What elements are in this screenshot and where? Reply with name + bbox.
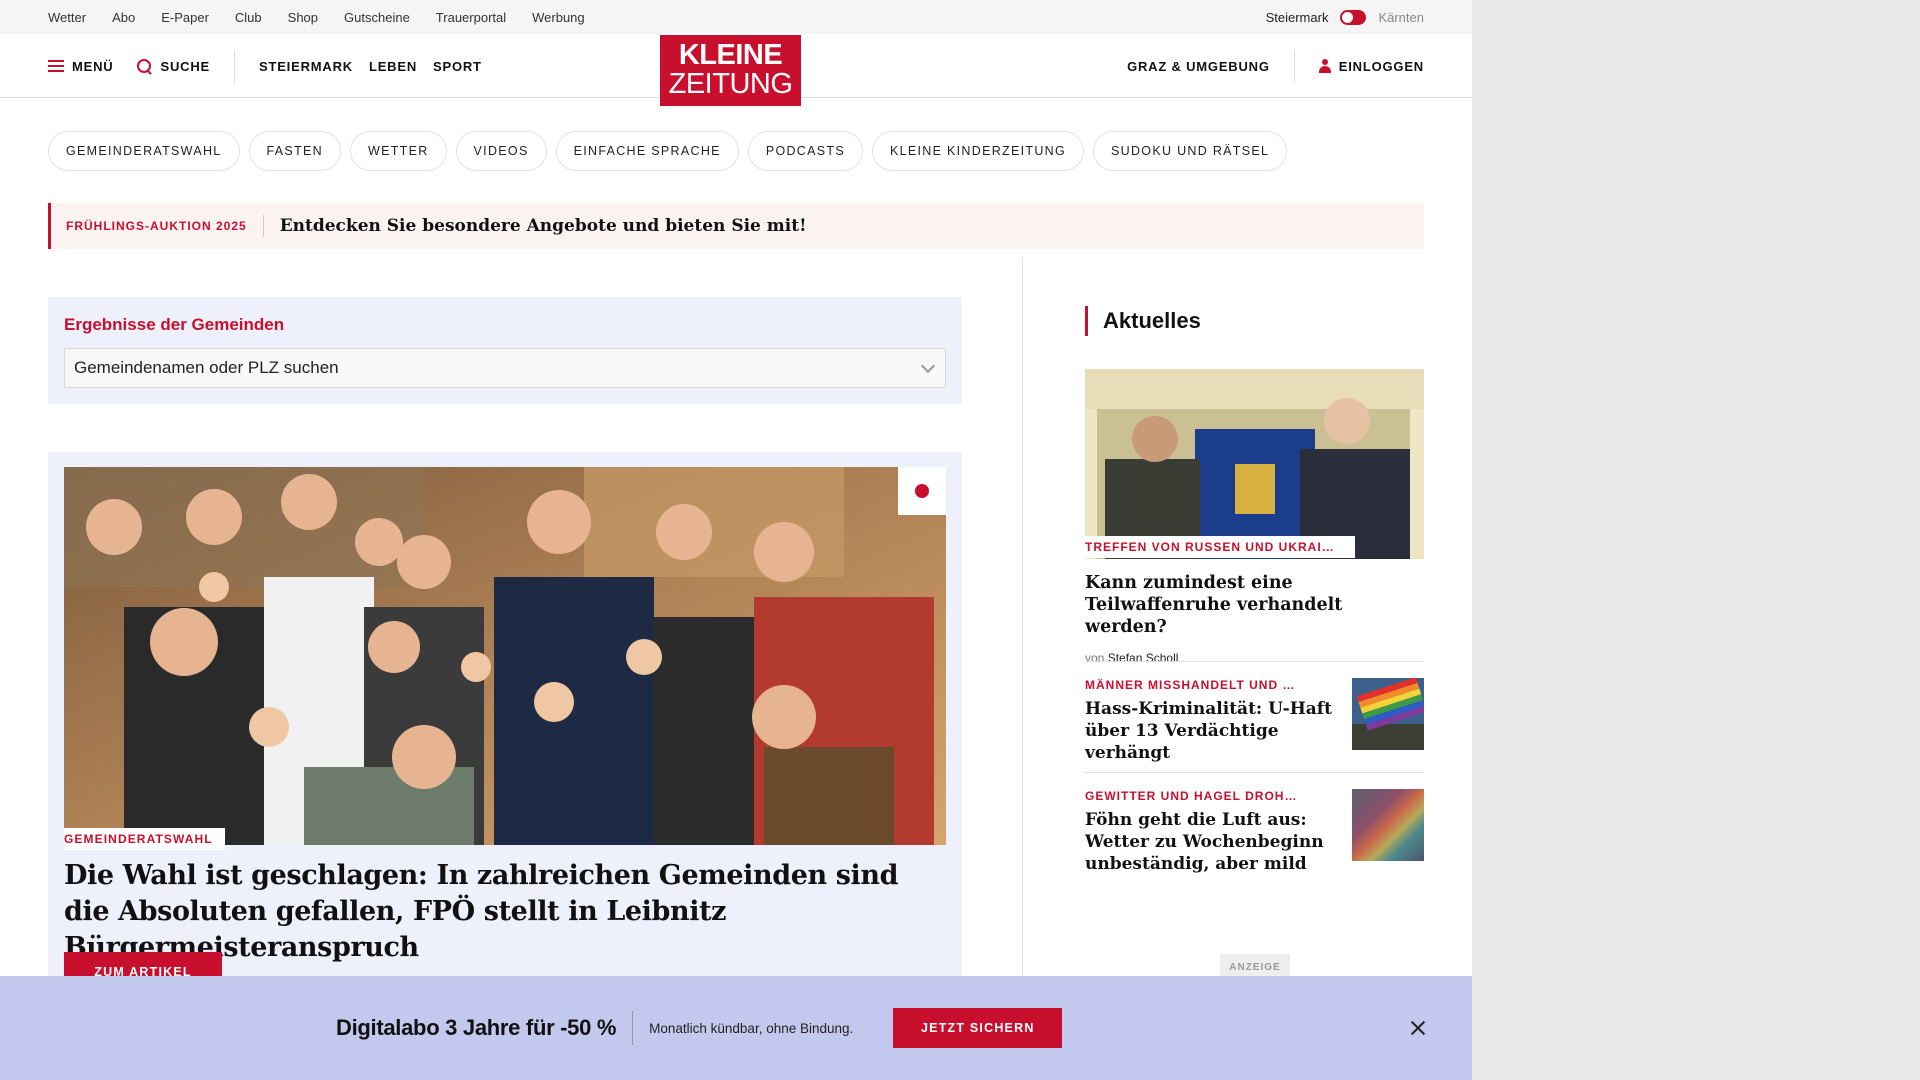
rainbow-flag-photo	[1352, 678, 1424, 750]
util-link-epaper[interactable]: E-Paper	[161, 10, 209, 25]
page-gutter	[1472, 0, 1920, 1080]
util-link-abo[interactable]: Abo	[112, 10, 135, 25]
municipality-title: Ergebnisse der Gemeinden	[64, 315, 285, 334]
meeting-photo	[1085, 369, 1424, 559]
site-header: MENÜ SUCHE STEIERMARK LEBEN SPORT KLEINE…	[0, 34, 1472, 106]
news-item-thumbnail[interactable]	[1352, 789, 1424, 861]
pill-einfache-sprache[interactable]: EINFACHE SPRACHE	[555, 131, 739, 171]
lead-article-headline[interactable]: Die Wahl ist geschlagen: In zahlreichen …	[64, 858, 944, 966]
logo-line-2: ZEITUNG	[668, 68, 793, 100]
menu-label: MENÜ	[72, 58, 114, 74]
author-prefix: von	[1085, 651, 1105, 665]
util-link-werbung[interactable]: Werbung	[532, 10, 585, 25]
municipality-placeholder: Gemeindenamen oder PLZ suchen	[74, 358, 339, 377]
login-label: EINLOGGEN	[1338, 58, 1424, 74]
lead-article-kicker: GEMEINDERATSWAHL	[64, 828, 225, 850]
pill-kinderzeitung[interactable]: KLEINE KINDERZEITUNG	[871, 131, 1085, 171]
header-divider	[234, 50, 235, 82]
nav-steiermark[interactable]: STEIERMARK	[259, 59, 353, 74]
region-toggle[interactable]	[1340, 9, 1367, 25]
promo-tag: FRÜHLINGS-AUKTION 2025	[51, 215, 264, 237]
utility-bar: Wetter Abo E-Paper Club Shop Gutscheine …	[0, 0, 1472, 34]
search-icon	[137, 58, 152, 74]
site-logo[interactable]: KLEINE ZEITUNG	[660, 35, 801, 106]
sidebar-lead-author: von Stefan Scholl	[1085, 651, 1424, 665]
rainbow-sky-photo	[1352, 789, 1424, 861]
pill-wetter[interactable]: WETTER	[349, 131, 447, 171]
sticky-subtitle: Monatlich kündbar, ohne Bindung.	[649, 1020, 854, 1036]
hamburger-icon	[48, 60, 64, 72]
lead-article-photo[interactable]	[64, 467, 946, 845]
sidebar-separator	[1085, 661, 1424, 662]
municipality-select[interactable]: Gemeindenamen oder PLZ suchen	[64, 348, 946, 388]
sidebar-lead-photo[interactable]: TREFFEN VON RUSSEN UND UKRAINERN	[1085, 369, 1424, 559]
region-switch: Steiermark Kärnten	[1266, 0, 1424, 34]
nav-sport[interactable]: SPORT	[433, 59, 482, 74]
sidebar-separator	[1085, 772, 1424, 773]
author-name[interactable]: Stefan Scholl	[1108, 651, 1179, 665]
municipality-search-box: Ergebnisse der Gemeinden Gemeindenamen o…	[48, 297, 962, 404]
promo-text: Entdecken Sie besondere Angebote und bie…	[279, 216, 807, 236]
sidebar-lead-kicker: TREFFEN VON RUSSEN UND UKRAINERN	[1085, 536, 1355, 558]
sticky-title: Digitalabo 3 Jahre für -50 %	[336, 1015, 617, 1040]
util-link-club[interactable]: Club	[235, 10, 262, 25]
login-button[interactable]: EINLOGGEN	[1318, 58, 1424, 74]
page: Wetter Abo E-Paper Club Shop Gutscheine …	[0, 0, 1472, 1080]
sidebar-title: Aktuelles	[1085, 306, 1201, 336]
column-divider	[1022, 258, 1023, 1080]
news-item-thumbnail[interactable]	[1352, 678, 1424, 750]
header-divider-right	[1293, 50, 1295, 82]
logo-line-1: KLEINE	[678, 39, 783, 71]
pill-gemeinderatswahl[interactable]: GEMEINDERATSWAHL	[48, 131, 240, 171]
subscribe-button[interactable]: JETZT SICHERN	[893, 1008, 1063, 1048]
sticky-content: Digitalabo 3 Jahre für -50 % Monatlich k…	[336, 1008, 1063, 1048]
local-edition-link[interactable]: GRAZ & UMGEBUNG	[1127, 59, 1270, 74]
util-link-trauerportal[interactable]: Trauerportal	[436, 10, 506, 25]
sidebar-lead-news[interactable]: TREFFEN VON RUSSEN UND UKRAINERN Kann zu…	[1085, 369, 1424, 665]
main-nav: STEIERMARK LEBEN SPORT	[259, 59, 482, 74]
chevron-down-icon	[920, 358, 936, 374]
sticky-divider	[632, 1011, 634, 1045]
nav-leben[interactable]: LEBEN	[369, 59, 417, 74]
util-link-wetter[interactable]: Wetter	[48, 10, 86, 25]
region-kaernten[interactable]: Kärnten	[1378, 10, 1424, 25]
utility-links: Wetter Abo E-Paper Club Shop Gutscheine …	[48, 0, 585, 34]
search-button[interactable]: SUCHE	[137, 58, 210, 74]
util-link-shop[interactable]: Shop	[288, 10, 318, 25]
pill-videos[interactable]: VIDEOS	[455, 131, 547, 171]
menu-button[interactable]: MENÜ	[48, 59, 113, 74]
sidebar-lead-title[interactable]: Kann zumindest eine Teilwaffenruhe verha…	[1085, 572, 1424, 638]
pill-podcasts[interactable]: PODCASTS	[747, 131, 863, 171]
header-right: GRAZ & UMGEBUNG EINLOGGEN	[1127, 34, 1424, 98]
util-link-gutscheine[interactable]: Gutscheine	[344, 10, 410, 25]
close-icon[interactable]	[1409, 1019, 1427, 1037]
pill-fasten[interactable]: FASTEN	[248, 131, 341, 171]
topic-pills: GEMEINDERATSWAHL FASTEN WETTER VIDEOS EI…	[48, 131, 1288, 171]
pill-sudoku[interactable]: SUDOKU UND RÄTSEL	[1093, 131, 1288, 171]
subscription-sticky-bar: Digitalabo 3 Jahre für -50 % Monatlich k…	[0, 976, 1472, 1080]
news-item-title[interactable]: Föhn geht die Luft aus: Wetter zu Wochen…	[1085, 809, 1335, 875]
news-item-kicker: MÄNNER MISSHANDELT UND ERPRESST	[1085, 678, 1300, 692]
celebration-photo	[64, 467, 946, 845]
sidebar-news-item[interactable]: MÄNNER MISSHANDELT UND ERPRESST Hass-Kri…	[1085, 678, 1424, 763]
region-steiermark[interactable]: Steiermark	[1266, 10, 1329, 25]
header-left: MENÜ SUCHE STEIERMARK LEBEN SPORT	[48, 34, 482, 98]
user-icon	[1318, 59, 1331, 73]
sidebar-news-item[interactable]: GEWITTER UND HAGEL DROHEN Föhn geht die …	[1085, 789, 1424, 874]
news-item-kicker: GEWITTER UND HAGEL DROHEN	[1085, 789, 1300, 803]
promo-banner[interactable]: FRÜHLINGS-AUKTION 2025 Entdecken Sie bes…	[48, 203, 1424, 249]
live-indicator-icon	[898, 467, 946, 515]
search-label: SUCHE	[160, 58, 210, 74]
lead-article[interactable]: GEMEINDERATSWAHL Die Wahl ist geschlagen…	[48, 452, 962, 1012]
news-item-title[interactable]: Hass-Kriminalität: U-Haft über 13 Verdäc…	[1085, 698, 1335, 764]
